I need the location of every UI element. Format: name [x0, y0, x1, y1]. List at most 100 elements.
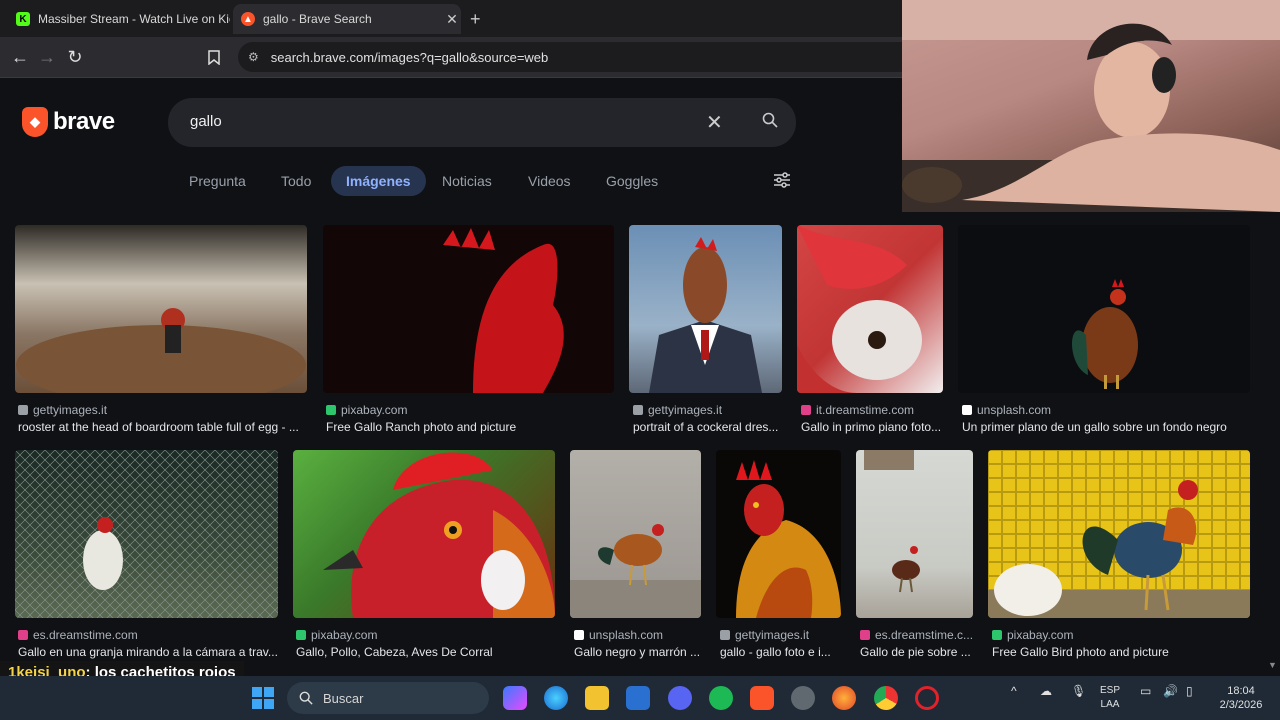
tab-title: Massiber Stream - Watch Live on Kick: [38, 12, 230, 26]
edge-icon[interactable]: [544, 686, 568, 710]
search-box[interactable]: gallo ✕: [168, 98, 796, 147]
image-caption[interactable]: gallo - gallo foto e i...: [720, 645, 842, 659]
site-settings-icon[interactable]: ⚙: [248, 50, 259, 64]
tab-videos[interactable]: Videos: [513, 166, 586, 196]
taskbar-search[interactable]: Buscar: [287, 682, 489, 714]
source-text: pixabay.com: [341, 403, 408, 417]
kick-icon: K: [16, 12, 30, 26]
battery-icon[interactable]: ▯: [1186, 684, 1193, 698]
source-text: it.dreamstime.com: [816, 403, 915, 417]
cloud-icon[interactable]: ☁: [1040, 684, 1052, 698]
image-caption[interactable]: portrait of a cockeral dres...: [633, 420, 783, 434]
file-explorer-icon[interactable]: [585, 686, 609, 710]
clock[interactable]: 18:04 2/3/2026: [1216, 684, 1266, 712]
scroll-down-arrow-icon[interactable]: ▼: [1268, 660, 1277, 670]
source-text: es.dreamstime.c...: [875, 628, 974, 642]
tab-kick-stream[interactable]: K Massiber Stream - Watch Live on Kick: [8, 4, 230, 34]
gettyimages-icon: [633, 405, 643, 415]
obs-icon[interactable]: [791, 686, 815, 710]
search-icon: [299, 691, 313, 705]
image-result[interactable]: [570, 450, 701, 618]
image-result[interactable]: [988, 450, 1250, 618]
image-result[interactable]: [629, 225, 782, 393]
image-result[interactable]: [15, 225, 307, 393]
image-source[interactable]: pixabay.com: [992, 628, 1073, 642]
reload-icon[interactable]: ↻: [63, 45, 87, 69]
spotify-icon[interactable]: [709, 686, 733, 710]
show-hidden-icons-icon[interactable]: ^: [1011, 684, 1017, 698]
image-caption[interactable]: Gallo en una granja mirando a la cámara …: [18, 645, 280, 659]
image-caption[interactable]: Gallo, Pollo, Cabeza, Aves De Corral: [296, 645, 556, 659]
image-source[interactable]: unsplash.com: [962, 403, 1051, 417]
tab-noticias[interactable]: Noticias: [427, 166, 507, 196]
bookmark-icon[interactable]: [202, 45, 226, 69]
search-icon[interactable]: [762, 112, 778, 128]
microphone-icon[interactable]: 🎙: [1071, 684, 1086, 698]
image-source[interactable]: es.dreamstime.com: [18, 628, 138, 642]
brave-taskbar-icon[interactable]: [750, 686, 774, 710]
tab-todo[interactable]: Todo: [266, 166, 326, 196]
image-caption[interactable]: rooster at the head of boardroom table f…: [18, 420, 308, 434]
unsplash-icon: [962, 405, 972, 415]
image-result[interactable]: [323, 225, 614, 393]
source-text: pixabay.com: [311, 628, 378, 642]
tab-pregunta[interactable]: Pregunta: [174, 166, 261, 196]
tab-imagenes[interactable]: Imágenes: [331, 166, 426, 196]
windows-taskbar: Buscar ^ ☁ 🎙 ESP LAA ▭ 🔊 ▯ 18:04 2/3/202…: [0, 676, 1280, 720]
pixabay-icon: [992, 630, 1002, 640]
network-icon[interactable]: ▭: [1140, 684, 1151, 698]
tab-goggles[interactable]: Goggles: [591, 166, 673, 196]
image-source[interactable]: unsplash.com: [574, 628, 663, 642]
image-source[interactable]: gettyimages.it: [18, 403, 107, 417]
image-result[interactable]: [856, 450, 973, 618]
image-source[interactable]: es.dreamstime.c...: [860, 628, 974, 642]
opera-icon[interactable]: [915, 686, 939, 710]
tab-title: gallo - Brave Search: [263, 12, 372, 26]
image-caption[interactable]: Gallo in primo piano foto...: [801, 420, 943, 434]
forward-arrow-icon[interactable]: →: [35, 45, 59, 69]
discord-icon[interactable]: [668, 686, 692, 710]
language-indicator[interactable]: ESP LAA: [1100, 684, 1120, 712]
source-text: es.dreamstime.com: [33, 628, 138, 642]
image-caption[interactable]: Free Gallo Bird photo and picture: [992, 645, 1250, 659]
image-result[interactable]: [716, 450, 841, 618]
image-result[interactable]: [958, 225, 1250, 393]
image-caption[interactable]: Un primer plano de un gallo sobre un fon…: [962, 420, 1250, 434]
windows-start-icon[interactable]: [252, 687, 274, 709]
firefox-icon[interactable]: [832, 686, 856, 710]
unsplash-icon: [574, 630, 584, 640]
lang-bottom: LAA: [1100, 699, 1120, 710]
copilot-icon[interactable]: [503, 686, 527, 710]
source-text: gettyimages.it: [735, 628, 810, 642]
back-arrow-icon[interactable]: ←: [8, 45, 32, 69]
pixabay-icon: [326, 405, 336, 415]
image-source[interactable]: pixabay.com: [296, 628, 377, 642]
image-caption[interactable]: Free Gallo Ranch photo and picture: [326, 420, 614, 434]
tab-brave-search[interactable]: ▲ gallo - Brave Search ✕: [233, 4, 461, 34]
image-caption[interactable]: Gallo de pie sobre ...: [860, 645, 974, 659]
image-source[interactable]: gettyimages.it: [720, 628, 809, 642]
lang-top: ESP: [1100, 685, 1121, 696]
microsoft-store-icon[interactable]: [626, 686, 650, 710]
dreamstime-icon: [18, 630, 28, 640]
address-toolbar: ← → ↻ ⚙ search.brave.com/images?q=gallo&…: [0, 37, 902, 78]
search-input[interactable]: gallo: [190, 113, 222, 130]
image-source[interactable]: it.dreamstime.com: [801, 403, 914, 417]
image-caption[interactable]: Gallo negro y marrón ...: [574, 645, 702, 659]
chrome-icon[interactable]: [874, 686, 898, 710]
pixabay-icon: [296, 630, 306, 640]
source-text: gettyimages.it: [648, 403, 723, 417]
image-source[interactable]: gettyimages.it: [633, 403, 722, 417]
volume-icon[interactable]: 🔊: [1163, 684, 1178, 698]
source-text: unsplash.com: [589, 628, 664, 642]
filters-icon[interactable]: [773, 172, 791, 188]
image-result[interactable]: [797, 225, 943, 393]
new-tab-button[interactable]: +: [470, 9, 481, 30]
brave-logo[interactable]: ◆ brave: [22, 107, 115, 137]
close-tab-icon[interactable]: ✕: [443, 11, 461, 28]
image-result[interactable]: [15, 450, 278, 618]
url-bar[interactable]: ⚙ search.brave.com/images?q=gallo&source…: [238, 42, 902, 72]
image-source[interactable]: pixabay.com: [326, 403, 407, 417]
clear-icon[interactable]: ✕: [706, 110, 723, 135]
image-result[interactable]: [293, 450, 555, 618]
